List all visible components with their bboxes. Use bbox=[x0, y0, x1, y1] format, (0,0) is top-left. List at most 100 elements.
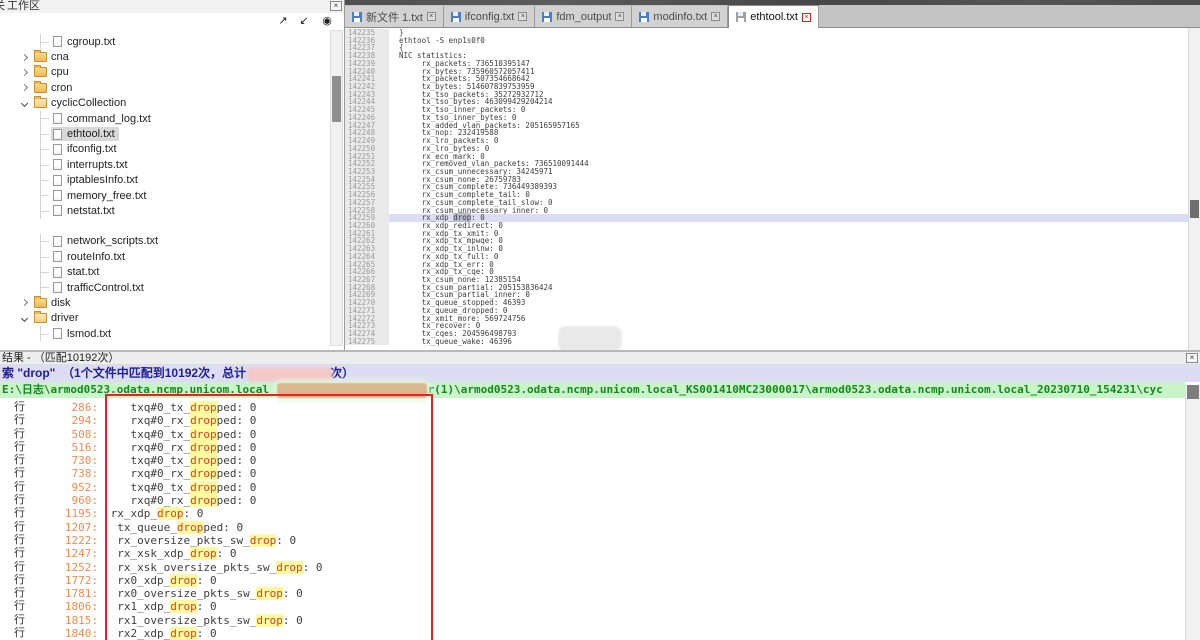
search-result-row[interactable]: 行 1806: rx1_xdp_drop: 0 bbox=[0, 600, 1185, 613]
tree-file[interactable]: stat.txt bbox=[0, 264, 329, 279]
editor-lines[interactable]: 142235 } 142236 ethtool -S enp1s0f0 1422… bbox=[345, 29, 1188, 350]
tree-file[interactable]: lsmod.txt bbox=[0, 326, 329, 341]
search-result-row[interactable]: 行 1222: rx_oversize_pkts_sw_drop: 0 bbox=[0, 534, 1185, 547]
chevron-icon[interactable] bbox=[21, 299, 28, 306]
chevron-icon[interactable] bbox=[21, 54, 28, 61]
tree-file[interactable]: command_log.txt bbox=[0, 111, 329, 126]
workspace-scrollbar-thumb[interactable] bbox=[332, 76, 341, 122]
locate-file-icon[interactable]: ◉ bbox=[320, 14, 334, 28]
tree-file[interactable]: routeInfo.txt bbox=[0, 249, 329, 264]
search-result-row[interactable]: 行 516: rxq#0_rx_dropped: 0 bbox=[0, 441, 1185, 454]
line-content[interactable]: rx_lro_bytes: 0 bbox=[389, 145, 1188, 153]
line-content[interactable]: rx_lro_packets: 0 bbox=[389, 137, 1188, 145]
tree-file[interactable]: trafficControl.txt bbox=[0, 280, 329, 295]
editor-tab[interactable]: 新文件 1.txt × bbox=[345, 6, 444, 27]
editor-tab[interactable]: ifconfig.txt × bbox=[444, 6, 536, 27]
tree-folder[interactable]: cyclicCollection bbox=[0, 96, 329, 111]
editor-line[interactable]: 142236 ethtool -S enp1s0f0 bbox=[345, 37, 1188, 45]
search-result-row[interactable]: 行 1207: tx_queue_dropped: 0 bbox=[0, 521, 1185, 534]
results-close-icon[interactable]: × bbox=[1186, 353, 1198, 363]
redaction-blur-path bbox=[277, 383, 427, 398]
workspace-scrollbar[interactable] bbox=[330, 30, 343, 346]
tree-folder[interactable]: cna bbox=[0, 49, 329, 64]
editor-tab[interactable]: fdm_output × bbox=[535, 6, 632, 27]
line-content[interactable]: rx_xdp_tx_err: 0 bbox=[389, 261, 1188, 269]
line-content[interactable]: tx_nop: 232419588 bbox=[389, 129, 1188, 137]
tab-label: 新文件 1.txt bbox=[366, 9, 423, 25]
row-line-number: 1815: bbox=[28, 614, 98, 627]
search-result-row[interactable]: 行 508: txq#0_tx_dropped: 0 bbox=[0, 428, 1185, 441]
tree-folder[interactable]: cron bbox=[0, 80, 329, 95]
tab-close-icon[interactable]: × bbox=[615, 12, 624, 21]
search-result-row[interactable]: 行 1815: rx1_oversize_pkts_sw_drop: 0 bbox=[0, 614, 1185, 627]
line-content[interactable]: ethtool -S enp1s0f0 bbox=[389, 37, 1188, 45]
editor-tab[interactable]: ethtool.txt × bbox=[728, 5, 819, 28]
editor-line[interactable]: 142237 { bbox=[345, 44, 1188, 52]
search-result-row[interactable]: 行 952: txq#0_tx_dropped: 0 bbox=[0, 481, 1185, 494]
result-file-path[interactable]: E:\日志\armod0523.odata.ncmp.unicom.locala… bbox=[0, 382, 1185, 398]
redaction-blur-editor bbox=[558, 326, 622, 350]
chevron-icon[interactable] bbox=[21, 100, 28, 107]
tree-file[interactable]: ethtool.txt bbox=[0, 126, 329, 141]
search-result-row[interactable]: 行 730: txq#0_tx_dropped: 0 bbox=[0, 454, 1185, 467]
line-content[interactable]: rx_xdp_drop: 0 bbox=[389, 214, 1188, 222]
line-content[interactable]: rx_xdp_tx_inlnw: 0 bbox=[389, 245, 1188, 253]
tree-file[interactable]: network_scripts.txt bbox=[0, 234, 329, 249]
search-result-row[interactable]: 行 960: rxq#0_rx_dropped: 0 bbox=[0, 494, 1185, 507]
tab-close-icon[interactable]: × bbox=[711, 12, 720, 21]
line-content[interactable]: rx_xdp_redirect: 0 bbox=[389, 222, 1188, 230]
workspace-close-icon[interactable]: × bbox=[330, 1, 342, 11]
search-result-row[interactable]: 行 1252: rx_xsk_oversize_pkts_sw_drop: 0 bbox=[0, 561, 1185, 574]
search-result-row[interactable]: 行 1772: rx0_xdp_drop: 0 bbox=[0, 574, 1185, 587]
search-result-row[interactable]: 行 286: txq#0_tx_dropped: 0 bbox=[0, 401, 1185, 414]
tree-file[interactable]: cgroup.txt bbox=[0, 34, 329, 49]
line-content[interactable]: tx_queue_wake: 46396 bbox=[389, 338, 1188, 346]
tree-file[interactable]: ifconfig.txt bbox=[0, 142, 329, 157]
search-result-row[interactable]: 行 1840: rx2_xdp_drop: 0 bbox=[0, 627, 1185, 640]
search-result-row[interactable]: 行 738: rxq#0_rx_dropped: 0 bbox=[0, 467, 1185, 480]
line-content[interactable]: rx_xdp_tx_mpwqe: 0 bbox=[389, 237, 1188, 245]
line-content[interactable]: tx_queue_stopped: 46393 bbox=[389, 299, 1188, 307]
folder-icon bbox=[34, 67, 47, 77]
tree-folder[interactable]: cpu bbox=[0, 65, 329, 80]
search-summary-suffix: 次） bbox=[330, 366, 354, 380]
line-content[interactable]: rx_csum_unnecessary_inner: 0 bbox=[389, 207, 1188, 215]
row-line-number: 1806: bbox=[28, 600, 98, 613]
tree-folder[interactable]: driver bbox=[0, 311, 329, 326]
expand-all-icon[interactable]: ↗ bbox=[276, 14, 290, 28]
tab-close-icon[interactable]: × bbox=[518, 12, 527, 21]
chevron-icon[interactable] bbox=[21, 69, 28, 76]
editor-scrollbar-thumb[interactable] bbox=[1190, 200, 1199, 218]
line-content[interactable]: tx_xmit_more: 569724756 bbox=[389, 315, 1188, 323]
line-content[interactable]: rx_xdp_tx_xmit: 0 bbox=[389, 230, 1188, 238]
line-content[interactable]: tx_added_vlan_packets: 205165957165 bbox=[389, 122, 1188, 130]
tab-close-icon[interactable]: × bbox=[427, 12, 436, 21]
tab-close-icon[interactable]: × bbox=[802, 13, 811, 22]
line-content[interactable]: rx_xdp_tx_full: 0 bbox=[389, 253, 1188, 261]
file-icon bbox=[53, 190, 62, 201]
editor-tab[interactable]: modinfo.txt × bbox=[632, 6, 728, 27]
search-result-row[interactable]: 行 1781: rx0_oversize_pkts_sw_drop: 0 bbox=[0, 587, 1185, 600]
floppy-save-icon bbox=[736, 12, 746, 22]
results-scrollbar[interactable] bbox=[1185, 385, 1200, 640]
text-editor[interactable]: 142235 } 142236 ethtool -S enp1s0f0 1422… bbox=[345, 28, 1200, 350]
editor-line[interactable]: 142275 tx_queue_wake: 46396 bbox=[345, 338, 1188, 346]
tree-file[interactable]: interrupts.txt bbox=[0, 157, 329, 172]
tree-file[interactable]: memory_free.txt bbox=[0, 188, 329, 203]
tree-file[interactable]: netstat.txt bbox=[0, 203, 329, 218]
search-result-row[interactable]: 行 294: rxq#0_rx_dropped: 0 bbox=[0, 414, 1185, 427]
tree-file[interactable]: iptablesInfo.txt bbox=[0, 173, 329, 188]
search-result-row[interactable]: 行 1195: rx_xdp_drop: 0 bbox=[0, 507, 1185, 520]
chevron-icon[interactable] bbox=[21, 84, 28, 91]
collapse-all-icon[interactable]: ↙ bbox=[297, 14, 311, 28]
file-icon bbox=[53, 267, 62, 278]
tree-folder[interactable]: disk bbox=[0, 295, 329, 310]
search-result-row[interactable]: 行 1247: rx_xsk_xdp_drop: 0 bbox=[0, 547, 1185, 560]
row-line-prefix: 行 bbox=[14, 454, 28, 467]
row-line-number: 516: bbox=[28, 441, 98, 454]
line-content[interactable]: } bbox=[389, 29, 1188, 37]
results-scrollbar-thumb[interactable] bbox=[1187, 385, 1199, 399]
chevron-icon[interactable] bbox=[21, 315, 28, 322]
line-content[interactable]: { bbox=[389, 44, 1188, 52]
editor-scrollbar[interactable] bbox=[1188, 28, 1200, 350]
